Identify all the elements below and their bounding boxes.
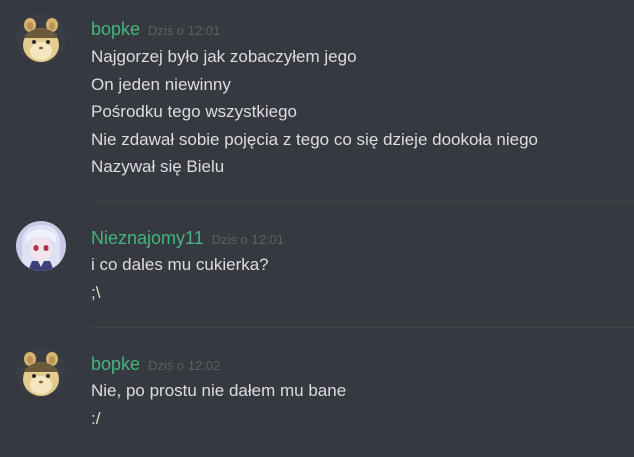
message-divider — [91, 327, 634, 328]
message-header: Nieznajomy11 Dziś o 12:01 — [91, 227, 284, 249]
timestamp: Dziś o 12:02 — [148, 358, 221, 373]
message-text: Nie, po prostu nie dałem mu bane — [91, 381, 347, 400]
message-text: On jeden niewinny — [91, 74, 231, 94]
username[interactable]: Nieznajomy11 — [91, 227, 204, 249]
username[interactable]: bopke — [91, 353, 140, 375]
message-text: Nazywał się Bielu — [91, 157, 225, 176]
message-text: Pośrodku tego wszystkiego — [91, 102, 297, 121]
message-text: i co dales mu cukierka? — [91, 255, 269, 274]
message-header: bopke Dziś o 12:01 — [91, 18, 220, 40]
message-lines: Najgorzej było jak zobaczyłem jego On je… — [91, 43, 621, 181]
message-header: bopke Dziś o 12:02 — [91, 353, 220, 375]
message-text: ;\ — [91, 282, 101, 302]
timestamp: Dziś o 12:01 — [148, 23, 221, 38]
avatar[interactable] — [16, 221, 66, 271]
timestamp: Dziś o 12:01 — [211, 232, 284, 247]
avatar[interactable] — [16, 347, 66, 397]
hamster-avatar-icon — [16, 13, 66, 63]
username[interactable]: bopke — [91, 18, 140, 40]
message-lines: Nie, po prostu nie dałem mu bane :/ — [91, 377, 621, 432]
avatar[interactable] — [16, 13, 66, 63]
anime-girl-avatar-icon — [16, 221, 66, 271]
message-lines: i co dales mu cukierka? ;\ — [91, 251, 621, 306]
chat-messages-area: bopke Dziś o 12:01 Najgorzej było jak zo… — [0, 0, 634, 457]
hamster-avatar-icon — [16, 347, 66, 397]
message-text: Nie zdawał sobie pojęcia z tego co się d… — [91, 129, 539, 149]
message-divider — [91, 201, 634, 202]
message-text: :/ — [91, 408, 101, 428]
message-text: Najgorzej było jak zobaczyłem jego — [91, 47, 357, 66]
